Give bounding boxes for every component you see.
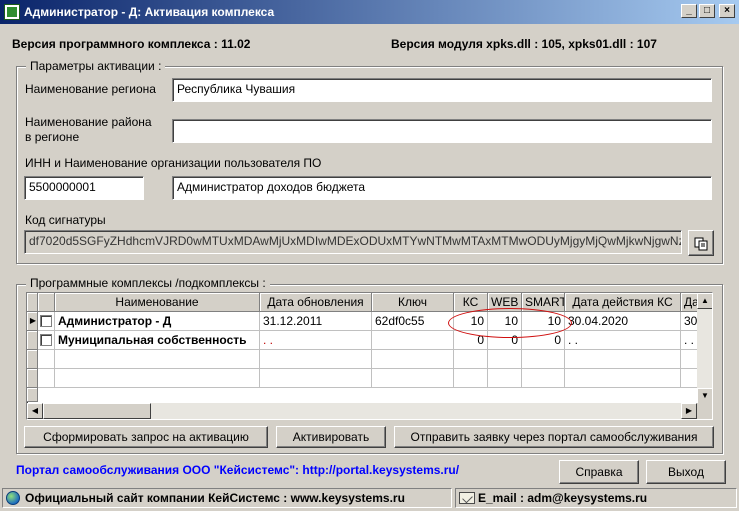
scroll-corner [697, 403, 712, 419]
empty-cell [372, 350, 454, 369]
scroll-up-button[interactable]: ▲ [697, 293, 712, 309]
empty-cell [372, 369, 454, 388]
window-title: Администратор - Д: Активация комплекса [24, 5, 275, 19]
app-icon [4, 4, 20, 20]
row1-ks-valid[interactable]: 30.04.2020 [565, 312, 681, 331]
empty-cell [260, 369, 372, 388]
close-button[interactable]: × [719, 4, 735, 18]
empty-cell [522, 369, 565, 388]
empty-cell [38, 369, 55, 388]
status-site-pane[interactable]: Официальный сайт компании КейСистемс : w… [2, 488, 452, 508]
activate-button[interactable]: Активировать [276, 426, 386, 448]
copy-signature-button[interactable] [688, 230, 714, 256]
scroll-thumb[interactable] [43, 403, 151, 419]
region-field[interactable]: Республика Чувашия [172, 78, 712, 102]
district-label-line2: в регионе [25, 130, 80, 144]
row1-check-cell [38, 312, 55, 331]
scroll-down-button[interactable]: ▼ [697, 388, 712, 404]
district-field[interactable] [172, 119, 712, 143]
row-indicator [27, 331, 38, 350]
empty-cell [488, 350, 522, 369]
scroll-left-button[interactable]: ◀ [27, 403, 43, 419]
org-label: ИНН и Наименование организации пользоват… [25, 156, 322, 170]
copy-icon [694, 237, 708, 251]
maximize-button[interactable]: □ [699, 4, 715, 18]
status-bar: Официальный сайт компании КейСистемс : w… [0, 486, 739, 511]
help-button[interactable]: Справка [559, 460, 639, 484]
status-email-pane[interactable]: E_mail : adm@keysystems.ru [455, 488, 737, 508]
request-activation-button[interactable]: Сформировать запрос на активацию [24, 426, 268, 448]
signature-field[interactable]: df7020d5SGFyZHdhcmVJRD0wMTUxMDAwMjUxMDIw… [24, 230, 682, 254]
org-name-field[interactable]: Администратор доходов бюджета [172, 176, 712, 200]
col-update-date[interactable]: Дата обновления [260, 293, 372, 312]
title-bar: Администратор - Д: Активация комплекса _… [0, 0, 739, 24]
empty-cell [55, 369, 260, 388]
status-email-text: E_mail : adm@keysystems.ru [478, 491, 648, 505]
empty-cell [38, 350, 55, 369]
col-ks-valid[interactable]: Дата действия КС [565, 293, 681, 312]
row-indicator-current: ▶ [27, 312, 38, 331]
row2-checkbox[interactable] [40, 334, 52, 346]
region-label: Наименование региона [25, 82, 156, 96]
row1-name[interactable]: Администратор - Д [55, 312, 260, 331]
scroll-right-button[interactable]: ▶ [681, 403, 697, 419]
portal-link[interactable]: Портал самообслуживания ООО "Кейсистемс"… [16, 463, 459, 477]
row2-name[interactable]: Муниципальная собственность [55, 331, 260, 350]
row1-key[interactable]: 62df0c55 [372, 312, 454, 331]
empty-cell [565, 350, 681, 369]
portal-request-button[interactable]: Отправить заявку через портал самообслуж… [394, 426, 714, 448]
row2-check-cell [38, 331, 55, 350]
district-label-line1: Наименование района [25, 115, 152, 129]
col-name[interactable]: Наименование [55, 293, 260, 312]
empty-cell [565, 369, 681, 388]
exit-button[interactable]: Выход [646, 460, 726, 484]
row-indicator [27, 350, 38, 369]
module-version: Версия модуля xpks.dll : 105, xpks01.dll… [391, 37, 657, 51]
complexes-legend: Программные комплексы /подкомплексы : [26, 276, 270, 290]
empty-cell [522, 350, 565, 369]
empty-cell [454, 350, 488, 369]
row-indicator [27, 369, 38, 388]
highlight-ellipse [448, 308, 572, 338]
row1-checkbox[interactable] [40, 315, 52, 327]
empty-cell [55, 350, 260, 369]
empty-cell [488, 369, 522, 388]
row-indicator [27, 388, 38, 402]
minimize-button[interactable]: _ [681, 4, 697, 18]
activation-params-legend: Параметры активации : [26, 59, 166, 73]
row1-update-date[interactable]: 31.12.2011 [260, 312, 372, 331]
globe-icon [6, 491, 20, 505]
program-version: Версия программного комплекса : 11.02 [12, 37, 251, 51]
signature-label: Код сигнатуры [25, 213, 106, 227]
col-key[interactable]: Ключ [372, 293, 454, 312]
row2-update-date[interactable]: . . [260, 331, 372, 350]
empty-cell [260, 350, 372, 369]
grid-horizontal-scrollbar[interactable]: ◀ ▶ [27, 403, 697, 419]
checkbox-header [38, 293, 55, 312]
inn-field[interactable]: 5500000001 [24, 176, 144, 200]
row-indicator-header [27, 293, 38, 312]
complexes-grid: Наименование Дата обновления Ключ КС WEB… [26, 292, 713, 420]
grid-vertical-scrollbar[interactable]: ▲ ▼ [697, 293, 712, 404]
status-site-text: Официальный сайт компании КейСистемс : w… [25, 491, 405, 505]
mail-icon [459, 492, 475, 504]
row2-ks-valid[interactable]: . . [565, 331, 681, 350]
row2-key[interactable] [372, 331, 454, 350]
empty-cell [454, 369, 488, 388]
